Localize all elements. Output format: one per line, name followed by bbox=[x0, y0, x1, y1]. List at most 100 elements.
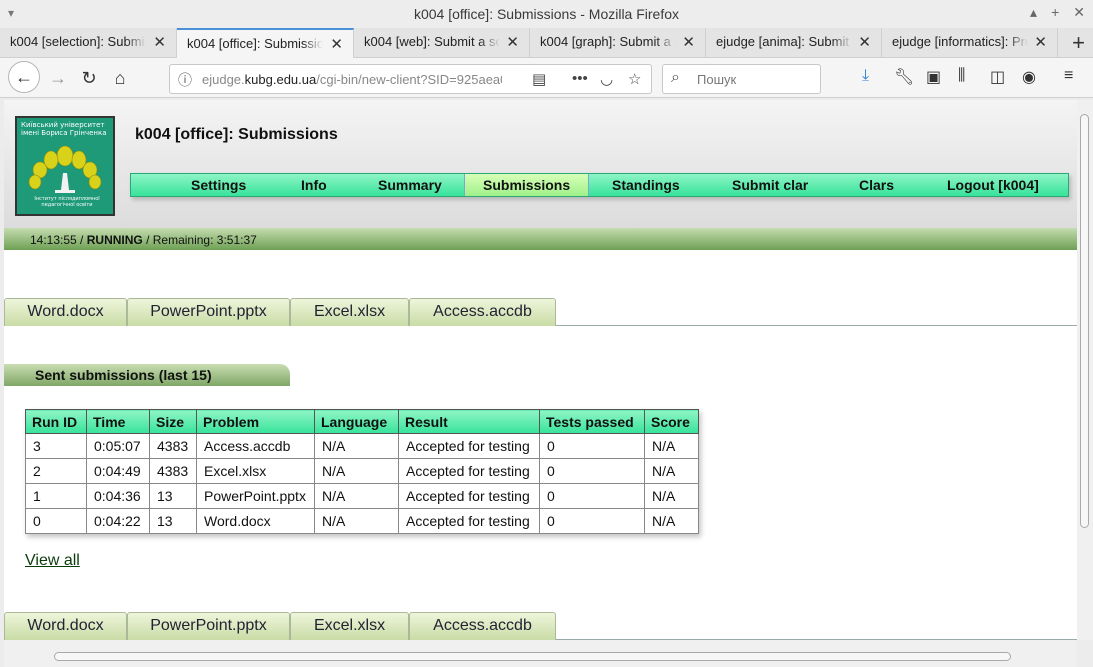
cell-tests-passed: 0 bbox=[539, 458, 645, 484]
close-tab-icon[interactable]: ✕ bbox=[330, 35, 343, 53]
problem-tab-access[interactable]: Access.accdb bbox=[409, 298, 556, 326]
page-title: k004 [office]: Submissions bbox=[135, 126, 338, 143]
site-info-icon[interactable]: ⓘ bbox=[178, 70, 192, 90]
problem-tab-powerpoint[interactable]: PowerPoint.pptx bbox=[127, 612, 290, 640]
contest-status-bar: 14:13:55 / RUNNING / Remaining: 3:51:37 bbox=[4, 228, 1077, 250]
browser-tab[interactable]: ejudge [anima]: Submit a ✕ bbox=[706, 28, 882, 58]
cell-tests-passed: 0 bbox=[539, 433, 645, 459]
problem-tabs-top: Word.docx PowerPoint.pptx Excel.xlsx Acc… bbox=[4, 298, 1077, 326]
url-text[interactable]: ejudge.kubg.edu.ua/cgi-bin/new-client?SI… bbox=[202, 72, 502, 87]
column-header: Result bbox=[398, 409, 540, 434]
extension-icon[interactable]: ▣ bbox=[926, 67, 941, 87]
remaining-label: / Remaining: bbox=[142, 233, 217, 247]
download-icon[interactable]: ⤓ bbox=[862, 67, 869, 85]
cell-run-id: 2 bbox=[25, 458, 87, 484]
table-row: 1 0:04:36 13 PowerPoint.pptx N/A Accepte… bbox=[25, 483, 699, 509]
new-tab-icon[interactable]: + bbox=[1072, 30, 1085, 56]
problem-tabs-bottom: Word.docx PowerPoint.pptx Excel.xlsx Acc… bbox=[4, 612, 1077, 640]
hamburger-menu-icon[interactable]: ≡ bbox=[1064, 67, 1073, 85]
url-bar[interactable]: ⓘ ejudge.kubg.edu.ua/cgi-bin/new-client?… bbox=[169, 64, 652, 94]
main-menu: Settings Info Summary Submissions Standi… bbox=[130, 173, 1069, 197]
close-tab-icon[interactable]: ✕ bbox=[858, 33, 871, 51]
pocket-icon[interactable]: ◡ bbox=[600, 70, 613, 88]
menu-item-standings[interactable]: Standings bbox=[612, 177, 680, 193]
table-row: 0 0:04:22 13 Word.docx N/A Accepted for … bbox=[25, 508, 699, 534]
close-tab-icon[interactable]: ✕ bbox=[682, 33, 695, 51]
remaining-time: 3:51:37 bbox=[216, 233, 257, 247]
section-header: Sent submissions (last 15) bbox=[4, 364, 290, 386]
browser-tab-active[interactable]: k004 [office]: Submission ✕ bbox=[177, 28, 354, 59]
cell-result: Accepted for testing bbox=[398, 458, 540, 484]
reload-icon[interactable]: ↻ bbox=[75, 64, 103, 92]
cell-size: 4383 bbox=[149, 458, 197, 484]
close-tab-icon[interactable]: ✕ bbox=[506, 33, 519, 51]
problem-tab-excel[interactable]: Excel.xlsx bbox=[290, 298, 409, 326]
browser-tab[interactable]: k004 [graph]: Submit a s ✕ bbox=[530, 28, 706, 58]
account-icon[interactable]: ◉ bbox=[1022, 67, 1036, 87]
forward-icon[interactable]: → bbox=[44, 64, 72, 92]
cell-problem: Word.docx bbox=[196, 508, 315, 534]
menu-item-submissions[interactable]: Submissions bbox=[464, 174, 590, 196]
cell-score: N/A bbox=[644, 483, 699, 509]
vertical-scrollbar[interactable] bbox=[1077, 100, 1093, 640]
cell-language: N/A bbox=[314, 458, 399, 484]
search-bar[interactable]: ⌕ Пошук bbox=[662, 64, 821, 94]
minimize-icon[interactable]: ▴ bbox=[1030, 4, 1037, 21]
horizontal-scroll-thumb[interactable] bbox=[54, 652, 1011, 661]
page-content: Київський університет імені Бориса Грінч… bbox=[4, 100, 1077, 640]
menu-item-summary[interactable]: Summary bbox=[378, 177, 442, 193]
browser-tab[interactable]: ejudge [informatics]: Pro ✕ bbox=[882, 28, 1058, 58]
cell-language: N/A bbox=[314, 508, 399, 534]
bookmark-star-icon[interactable]: ☆ bbox=[628, 70, 641, 88]
home-icon[interactable]: ⌂ bbox=[106, 64, 134, 92]
close-tab-icon[interactable]: ✕ bbox=[1034, 33, 1047, 51]
menu-item-submit-clar[interactable]: Submit clar bbox=[732, 177, 808, 193]
column-header: Score bbox=[644, 409, 699, 434]
close-window-icon[interactable]: ✕ bbox=[1073, 4, 1085, 21]
horizontal-scrollbar[interactable] bbox=[4, 640, 1077, 667]
problem-tab-access[interactable]: Access.accdb bbox=[409, 612, 556, 640]
cell-result: Accepted for testing bbox=[398, 483, 540, 509]
browser-tab[interactable]: k004 [selection]: Submis ✕ bbox=[0, 28, 177, 58]
problem-tab-excel[interactable]: Excel.xlsx bbox=[290, 612, 409, 640]
library-icon[interactable]: ⫼ bbox=[958, 67, 965, 85]
menu-item-logout[interactable]: Logout [k004] bbox=[947, 177, 1039, 193]
cell-problem: Excel.xlsx bbox=[196, 458, 315, 484]
menu-item-clars[interactable]: Clars bbox=[859, 177, 894, 193]
browser-window: ▾ k004 [office]: Submissions - Mozilla F… bbox=[0, 0, 1093, 667]
tab-label: k004 [selection]: Submis bbox=[10, 34, 146, 49]
cell-time: 0:04:36 bbox=[86, 483, 150, 509]
view-all-link[interactable]: View all bbox=[25, 552, 80, 570]
url-path: /cgi-bin/new-client?SID=925aea0 bbox=[316, 72, 502, 87]
tab-label: k004 [graph]: Submit a s bbox=[540, 34, 676, 49]
url-domain: kubg.edu.ua bbox=[244, 72, 317, 87]
window-controls: ▴ + ✕ bbox=[1030, 4, 1085, 21]
vertical-scroll-thumb[interactable] bbox=[1080, 114, 1089, 528]
cell-run-id: 3 bbox=[25, 433, 87, 459]
back-icon[interactable]: ← bbox=[8, 61, 40, 93]
logo-subtext: Інститут післядипломної педагогічної осв… bbox=[34, 196, 100, 208]
sidebar-icon[interactable]: ◫ bbox=[990, 67, 1005, 87]
column-header: Time bbox=[86, 409, 150, 434]
problem-tab-word[interactable]: Word.docx bbox=[4, 612, 127, 640]
tab-label: ejudge [informatics]: Pro bbox=[892, 34, 1028, 49]
page-actions-icon[interactable]: ••• bbox=[572, 70, 588, 87]
cell-size: 13 bbox=[149, 483, 197, 509]
menu-item-settings[interactable]: Settings bbox=[191, 177, 246, 193]
page-header: Київський університет імені Бориса Грінч… bbox=[4, 100, 1077, 228]
navigation-bar: ← → ↻ ⌂ ⓘ ejudge.kubg.edu.ua/cgi-bin/new… bbox=[0, 58, 1093, 98]
cell-tests-passed: 0 bbox=[539, 483, 645, 509]
problem-tab-powerpoint[interactable]: PowerPoint.pptx bbox=[127, 298, 290, 326]
maximize-icon[interactable]: + bbox=[1051, 4, 1059, 21]
browser-tab[interactable]: k004 [web]: Submit a solu ✕ bbox=[354, 28, 530, 58]
problem-tab-word[interactable]: Word.docx bbox=[4, 298, 127, 326]
cell-result: Accepted for testing bbox=[398, 433, 540, 459]
reader-view-icon[interactable]: ▤ bbox=[532, 70, 546, 88]
wrench-icon[interactable]: 🔧︎ bbox=[894, 67, 914, 87]
cell-score: N/A bbox=[644, 508, 699, 534]
close-tab-icon[interactable]: ✕ bbox=[153, 33, 166, 51]
window-title: k004 [office]: Submissions - Mozilla Fir… bbox=[413, 6, 680, 22]
menu-item-info[interactable]: Info bbox=[301, 177, 327, 193]
column-header: Problem bbox=[196, 409, 315, 434]
tab-label: ejudge [anima]: Submit a bbox=[716, 34, 852, 49]
